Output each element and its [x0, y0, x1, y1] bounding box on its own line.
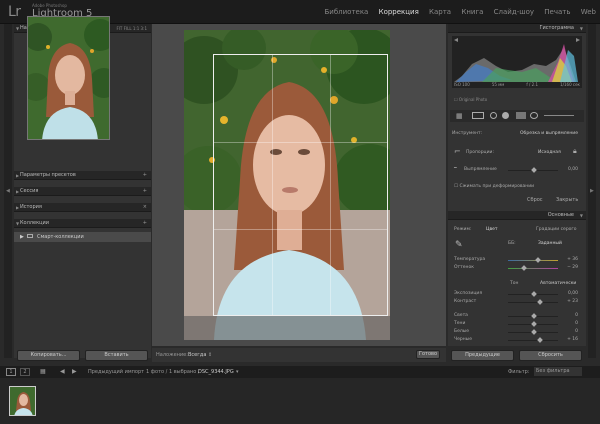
tint-slider[interactable]: Оттенок − 29 [452, 265, 582, 272]
treatment-color[interactable]: Цвет [486, 227, 498, 232]
filmstrip-thumbnail[interactable] [9, 386, 36, 416]
highlights-slider[interactable]: Света 0 [452, 313, 582, 320]
contrast-slider[interactable]: Контраст + 23 [452, 299, 582, 306]
module-book[interactable]: Книга [461, 8, 483, 16]
wb-label: ББ: [508, 241, 516, 246]
overlay-select[interactable]: Всегда [188, 352, 206, 358]
done-button[interactable]: Готово [416, 350, 440, 359]
filename: DSC_9344.JPG [198, 369, 234, 375]
filmstrip [0, 378, 600, 424]
chevron-down-icon[interactable]: ▾ [236, 369, 239, 375]
auto-tone-button[interactable]: Автоматически [540, 281, 576, 286]
treatment-bw[interactable]: Градации серого [536, 227, 577, 232]
whites-slider[interactable]: Белые 0 [452, 329, 582, 336]
crop-close-button[interactable]: Закрыть [556, 197, 578, 203]
left-collapse-icon[interactable]: ◀ [6, 188, 10, 194]
histogram-graph [454, 38, 580, 82]
level-icon: ━ [454, 166, 457, 171]
crop-grid-line [330, 55, 331, 315]
collections-header[interactable]: ▼ Коллекции + [14, 219, 151, 228]
presets-header[interactable]: ▶ Параметры пресетов + [14, 171, 151, 180]
redeye-icon[interactable] [502, 112, 509, 119]
snapshots-header[interactable]: ▶ Сессия + [14, 187, 151, 196]
straighten-slider[interactable]: ━ Выпрямление 0,00 [452, 166, 582, 174]
wb-eyedropper-icon[interactable]: ✎ [455, 240, 463, 250]
module-map[interactable]: Карта [429, 8, 451, 16]
module-slideshow[interactable]: Слайд-шоу [494, 8, 534, 16]
histogram[interactable]: ISO 100 55 мм f / 2.1 1/160 сек [452, 36, 582, 88]
histogram-header[interactable]: Гистограмма ▼ [448, 24, 586, 33]
crop-tool-panel: Инструмент: Обрезка и выпрямление [452, 131, 582, 136]
crop-grid-line [272, 55, 273, 315]
forward-arrow-icon[interactable]: ▶ [72, 368, 77, 375]
histogram-title: Гистограмма [539, 25, 575, 31]
module-web[interactable]: Web [581, 8, 596, 16]
crop-grid-line [214, 229, 387, 230]
crop-grid-line [214, 142, 387, 143]
reset-all-button[interactable]: Сбросить [519, 350, 582, 361]
crop-frame-icon[interactable]: ⌐ [454, 147, 461, 156]
paste-button[interactable]: Вставить [85, 350, 148, 361]
crop-frame[interactable] [213, 54, 388, 316]
navigator-preview[interactable] [27, 16, 110, 140]
aspect-label: Пропорции: [466, 150, 494, 155]
exposure-slider[interactable]: Экспозиция 0,00 [452, 291, 582, 298]
collection-label: Смарт-коллекции [37, 234, 84, 240]
collapse-triangle-icon: ▼ [16, 26, 20, 31]
grid-view-icon[interactable]: ▦ [40, 368, 46, 375]
original-photo-check[interactable]: ☐ Original Photo [454, 97, 487, 102]
crop-toolbar: Наложение: Всегда ⇕ Готово [152, 348, 446, 362]
treatment-row: Режим: Цвет Градации серого [454, 227, 577, 232]
basic-header[interactable]: Основные ▼ [448, 211, 586, 220]
wb-select[interactable]: Заданный [538, 241, 562, 246]
expand-triangle-icon: ▶ [20, 234, 24, 240]
zoom-options[interactable]: FIT FILL 1:1 3:1 [116, 24, 147, 33]
monitor-1-button[interactable]: 1 [6, 368, 16, 376]
filter-label: Фильтр: [508, 369, 530, 375]
monitor-2-button[interactable]: 2 [20, 368, 30, 376]
crop-tool-icon[interactable] [472, 112, 484, 119]
crop-reset-button[interactable]: Сброс [527, 197, 543, 203]
collection-item[interactable]: ▶ Смарт-коллекции [14, 232, 151, 242]
source-label[interactable]: Предыдущий импорт [88, 369, 144, 375]
module-library[interactable]: Библиотека [324, 8, 368, 16]
module-print[interactable]: Печать [544, 8, 570, 16]
aspect-select[interactable]: Исходная [538, 150, 561, 155]
tool-strip: ▦ [450, 110, 584, 122]
spot-removal-icon[interactable] [490, 112, 497, 119]
temperature-slider[interactable]: Температура + 36 [452, 257, 582, 264]
module-picker: Библиотека Коррекция Карта Книга Слайд-ш… [316, 8, 596, 16]
adjustment-brush-slider[interactable] [544, 115, 574, 116]
right-collapse-icon[interactable]: ▶ [590, 188, 594, 194]
copy-button[interactable]: Копировать... [17, 350, 80, 361]
lock-icon[interactable]: 🔒︎ [573, 147, 577, 156]
constrain-checkbox[interactable]: ☐ Сжимать при деформировании [454, 184, 534, 189]
shadows-slider[interactable]: Тени 0 [452, 321, 582, 328]
graduated-filter-icon[interactable] [516, 112, 526, 119]
filmstrip-toolbar: 1 2 ▦ ◀ ▶ Предыдущий импорт 1 фото / 1 в… [0, 366, 600, 378]
tool-label: Инструмент: [452, 131, 483, 136]
tool-name: Обрезка и выпрямление [520, 131, 578, 136]
chevron-down-icon[interactable]: ⇕ [208, 352, 212, 358]
tone-label: Тон [510, 281, 519, 286]
collapse-triangle-icon: ▼ [579, 26, 583, 31]
previous-button[interactable]: Предыдущие [451, 350, 514, 361]
back-arrow-icon[interactable]: ◀ [60, 368, 65, 375]
overlay-label: Наложение: [156, 352, 188, 358]
filter-select[interactable]: Без фильтра [534, 367, 582, 376]
history-header[interactable]: ▶ История × [14, 203, 151, 212]
thumbnail-photo [10, 387, 35, 415]
left-section-list: ▶ Параметры пресетов + ▶ Сессия + ▶ История × … [14, 171, 151, 242]
radial-filter-icon[interactable] [530, 112, 538, 119]
module-develop[interactable]: Коррекция [379, 8, 419, 16]
selection-count: 1 фото / 1 выбрано / [146, 369, 200, 375]
grid-icon[interactable]: ▦ [456, 112, 463, 120]
camera-info: ISO 100 55 мм f / 2.1 1/160 сек [454, 82, 580, 87]
smart-collection-icon [27, 234, 34, 238]
navigator-photo [28, 17, 109, 139]
blacks-slider[interactable]: Черные + 16 [452, 337, 582, 344]
lightroom-logo: Lr [8, 4, 21, 20]
